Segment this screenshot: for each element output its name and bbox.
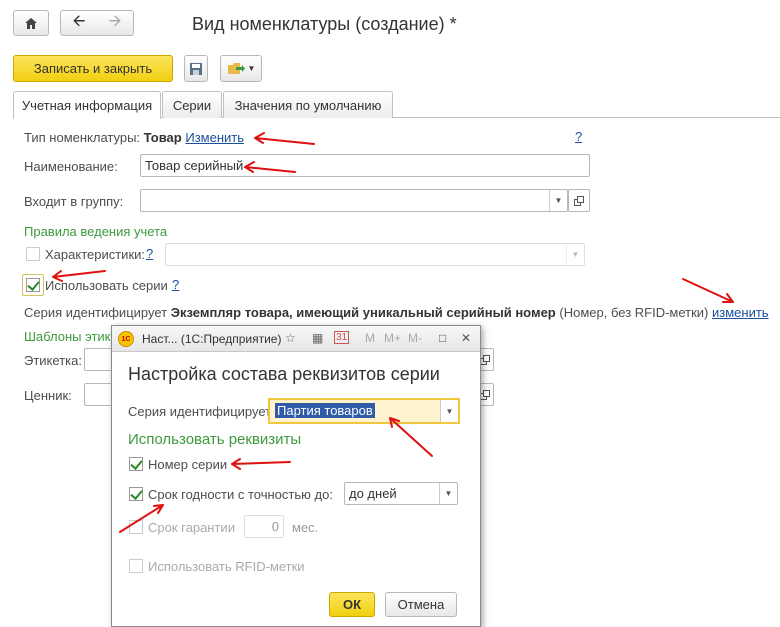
expiry-label: Срок годности с точностью до: (148, 487, 333, 502)
arrow-left-icon[interactable]: 🡨 (73, 10, 86, 37)
expiry-checkbox[interactable] (129, 487, 143, 501)
ok-button[interactable]: ОК (329, 592, 375, 617)
warranty-input: 0 (244, 515, 284, 538)
expiry-dropdown-icon[interactable]: ▼ (439, 483, 457, 504)
calendar-icon[interactable]: 31 (334, 331, 350, 344)
label-template-label: Этикетка: (24, 353, 82, 368)
save-and-close-button[interactable]: Записать и закрыть (13, 55, 173, 82)
price-tag-template-label: Ценник: (24, 388, 72, 403)
group-input[interactable] (140, 189, 568, 212)
type-label: Тип номенклатуры: (24, 130, 141, 145)
group-label: Входит в группу: (24, 194, 124, 209)
characteristics-label: Характеристики: (45, 247, 146, 262)
characteristics-dropdown-icon: ▼ (566, 244, 584, 265)
memory-minus-button[interactable]: M- (408, 331, 422, 345)
series-identifies-suffix: (Номер, без RFID-метки) (559, 305, 709, 320)
series-settings-dialog: 1C Наст... (1С:Предприятие) ☆ ▦ 31 M M+ … (111, 325, 481, 627)
page-title: Вид номенклатуры (создание) * (192, 14, 457, 34)
floppy-disk-icon (190, 62, 202, 75)
open-window-icon (574, 195, 584, 206)
use-attributes-heading: Использовать реквизиты (128, 431, 302, 448)
cancel-button[interactable]: Отмена (385, 592, 457, 617)
rfid-label: Использовать RFID-метки (148, 559, 305, 574)
change-series-link[interactable]: изменить (712, 305, 769, 320)
more-actions-button[interactable]: ▼ (220, 55, 262, 82)
annotation-arrow (682, 278, 734, 303)
warranty-label: Срок гарантии (148, 520, 235, 535)
warranty-checkbox (129, 520, 143, 534)
use-series-checkbox[interactable] (26, 278, 40, 292)
price-tag-template-input[interactable] (84, 383, 114, 406)
use-series-help-link[interactable]: ? (172, 277, 179, 292)
label-template-input[interactable] (84, 348, 114, 371)
identifies-label: Серия идентифицирует: (128, 404, 275, 419)
characteristics-checkbox[interactable] (26, 247, 40, 261)
dialog-titlebar: 1C Наст... (1С:Предприятие) ☆ ▦ 31 M M+ … (112, 326, 480, 352)
characteristics-input (165, 243, 585, 266)
maximize-icon[interactable]: □ (439, 331, 446, 345)
name-label: Наименование: (24, 159, 118, 174)
tab-defaults[interactable]: Значения по умолчанию (223, 91, 393, 118)
calculator-icon[interactable]: ▦ (312, 331, 323, 345)
folder-arrow-icon (227, 63, 245, 74)
save-button[interactable] (184, 55, 208, 82)
app-logo-icon: 1C (118, 331, 134, 347)
group-open-button[interactable] (568, 189, 590, 212)
memory-button[interactable]: M (365, 331, 375, 345)
open-window-icon (480, 354, 490, 365)
identifies-select-value: Партия товаров (275, 403, 375, 418)
history-nav: 🡨 🡪 (60, 10, 134, 36)
dialog-heading: Настройка состава реквизитов серии (128, 364, 440, 384)
home-icon (25, 17, 37, 29)
series-identifies-row: Серия идентифицирует Экземпляр товара, и… (24, 305, 769, 320)
help-link[interactable]: ? (575, 129, 582, 144)
memory-plus-button[interactable]: M+ (384, 331, 401, 345)
name-input[interactable]: Товар серийный (140, 154, 590, 177)
warranty-unit: мес. (292, 520, 319, 535)
accounting-rules-heading: Правила ведения учета (24, 224, 168, 239)
arrow-right-icon[interactable]: 🡪 (109, 10, 122, 37)
use-series-label: Использовать серии (45, 278, 168, 293)
rfid-checkbox (129, 559, 143, 573)
series-number-checkbox[interactable] (129, 457, 143, 471)
annotation-arrow (254, 132, 315, 145)
tab-accounting-info[interactable]: Учетная информация (13, 91, 161, 119)
series-number-label: Номер серии (148, 457, 228, 472)
type-value: Товар (143, 130, 182, 145)
chevron-down-icon: ▼ (247, 64, 256, 73)
dialog-window-title: Наст... (1С:Предприятие) (142, 332, 282, 346)
tab-series[interactable]: Серии (162, 91, 222, 118)
home-button[interactable] (13, 10, 49, 36)
close-icon[interactable]: ✕ (461, 331, 471, 345)
type-row: Тип номенклатуры: Товар Изменить (24, 130, 244, 145)
group-dropdown-icon[interactable]: ▼ (549, 190, 567, 211)
change-type-link[interactable]: Изменить (185, 130, 244, 145)
characteristics-help-link[interactable]: ? (146, 246, 153, 261)
series-identifies-prefix: Серия идентифицирует (24, 305, 168, 320)
open-window-icon (480, 389, 490, 400)
templates-heading: Шаблоны этике (24, 329, 118, 344)
series-identifies-value: Экземпляр товара, имеющий уникальный сер… (170, 305, 556, 320)
identifies-select[interactable]: Партия товаров ▼ (268, 398, 460, 424)
star-icon[interactable]: ☆ (285, 331, 296, 345)
identifies-dropdown-icon[interactable]: ▼ (440, 400, 458, 422)
